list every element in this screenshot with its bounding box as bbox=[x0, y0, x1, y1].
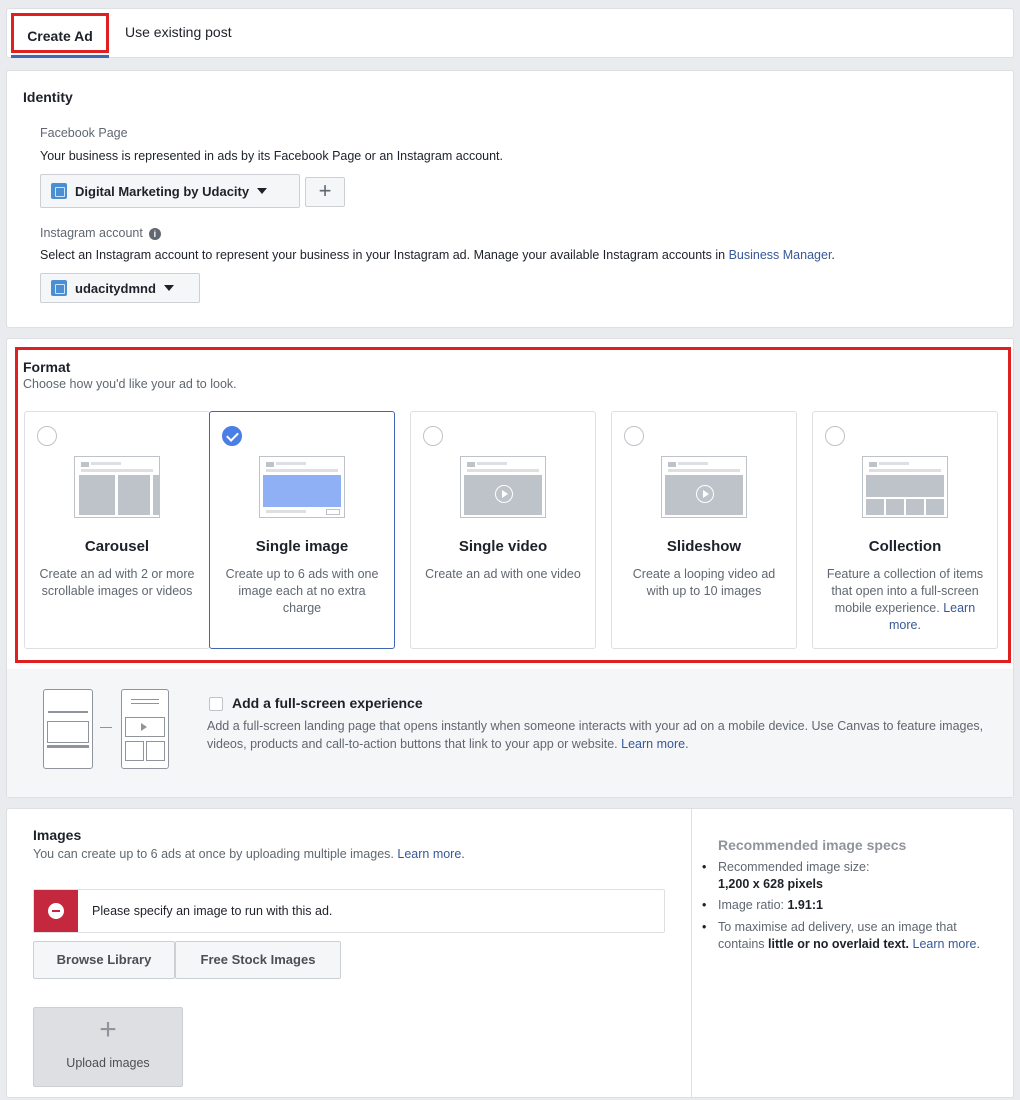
format-option-collection[interactable]: Collection Feature a collection of items… bbox=[812, 411, 998, 649]
specs-title: Recommended image specs bbox=[718, 837, 907, 853]
format-desc: Create a looping video ad with up to 10 … bbox=[632, 567, 776, 598]
fullscreen-experience-panel: Add a full-screen experience Add a full-… bbox=[7, 669, 1013, 797]
upload-images-button[interactable]: + Upload images bbox=[33, 1007, 183, 1087]
spec-ratio-label: Image ratio: bbox=[718, 898, 788, 912]
format-option-slideshow[interactable]: Slideshow Create a looping video ad with… bbox=[611, 411, 797, 649]
facebook-page-selected: Digital Marketing by Udacity bbox=[75, 183, 250, 199]
format-section: Format Choose how you'd like your ad to … bbox=[6, 338, 1014, 798]
fullscreen-checkbox[interactable] bbox=[209, 697, 223, 711]
format-desc: Create up to 6 ads with one image each a… bbox=[225, 567, 379, 615]
radio-single-image-checked[interactable] bbox=[222, 426, 242, 446]
format-name: Carousel bbox=[84, 538, 150, 555]
plus-icon: + bbox=[99, 1013, 117, 1046]
single-image-illustration-icon bbox=[259, 456, 345, 518]
facebook-page-label: Facebook Page bbox=[40, 126, 128, 140]
caret-down-icon bbox=[163, 285, 174, 291]
format-name: Slideshow bbox=[666, 538, 742, 555]
carousel-illustration-icon bbox=[74, 456, 160, 518]
fullscreen-desc-text: Add a full-screen landing page that open… bbox=[207, 719, 984, 751]
identity-section: Identity Facebook Page Your business is … bbox=[6, 70, 1014, 328]
info-icon[interactable]: i bbox=[148, 228, 161, 240]
images-subtitle-text: You can create up to 6 ads at once by up… bbox=[33, 847, 394, 861]
facebook-page-dropdown[interactable]: Digital Marketing by Udacity bbox=[40, 174, 300, 208]
spec-size-item: Recommended image size: 1,200 x 628 pixe… bbox=[702, 859, 870, 893]
single-video-illustration-icon bbox=[460, 456, 546, 518]
slideshow-illustration-icon bbox=[661, 456, 747, 518]
page-logo-icon bbox=[51, 183, 67, 199]
instagram-desc-suffix: . bbox=[831, 248, 835, 262]
spec-ratio-value: 1.91:1 bbox=[787, 898, 823, 912]
radio-carousel[interactable] bbox=[37, 426, 57, 446]
instagram-account-label-row: Instagram account i bbox=[40, 226, 161, 240]
spec-ratio-item: Image ratio: 1.91:1 bbox=[702, 897, 823, 914]
tab-use-existing-post[interactable]: Use existing post bbox=[125, 9, 232, 57]
add-page-button[interactable]: + bbox=[305, 177, 345, 207]
error-message: Please specify an image to run with this… bbox=[92, 904, 333, 918]
radio-slideshow[interactable] bbox=[624, 426, 644, 446]
images-section: Images You can create up to 6 ads at onc… bbox=[6, 808, 1014, 1098]
format-option-single-video[interactable]: Single video Create an ad with one video bbox=[410, 411, 596, 649]
tab-create-ad[interactable]: Create Ad bbox=[11, 13, 109, 53]
instagram-account-label: Instagram account bbox=[40, 226, 143, 240]
free-stock-images-button[interactable]: Free Stock Images bbox=[175, 941, 341, 979]
recommended-specs-panel: Recommended image specs Recommended imag… bbox=[691, 809, 1013, 1097]
ad-tabs: Create Ad Use existing post bbox=[6, 8, 1014, 58]
spec-size-label: Recommended image size: bbox=[718, 860, 870, 874]
spec-size-value: 1,200 x 628 pixels bbox=[718, 877, 823, 891]
instagram-account-desc: Select an Instagram account to represent… bbox=[40, 248, 835, 262]
images-learn-more-link[interactable]: Learn more. bbox=[397, 847, 464, 861]
facebook-page-desc: Your business is represented in ads by i… bbox=[40, 149, 504, 163]
instagram-logo-icon bbox=[51, 280, 67, 296]
format-subtitle: Choose how you'd like your ad to look. bbox=[23, 377, 237, 391]
fullscreen-desc: Add a full-screen landing page that open… bbox=[207, 717, 987, 753]
instagram-account-dropdown[interactable]: udacitydmnd bbox=[40, 273, 200, 303]
instagram-desc-text: Select an Instagram account to represent… bbox=[40, 248, 729, 262]
business-manager-link[interactable]: Business Manager bbox=[729, 248, 832, 262]
error-icon bbox=[48, 903, 64, 919]
caret-down-icon bbox=[257, 188, 268, 194]
browse-library-button[interactable]: Browse Library bbox=[33, 941, 175, 979]
fullscreen-learn-more-link[interactable]: Learn more. bbox=[621, 737, 688, 751]
format-option-single-image[interactable]: Single image Create up to 6 ads with one… bbox=[209, 411, 395, 649]
images-title: Images bbox=[33, 827, 82, 843]
error-message-box: Please specify an image to run with this… bbox=[33, 889, 665, 933]
format-name: Collection bbox=[868, 538, 942, 555]
format-desc: Create an ad with 2 or more scrollable i… bbox=[39, 567, 195, 598]
collection-illustration-icon bbox=[862, 456, 948, 518]
format-name: Single image bbox=[255, 538, 349, 555]
error-icon-container bbox=[34, 890, 78, 932]
upload-images-label: Upload images bbox=[66, 1056, 150, 1070]
format-desc: Create an ad with one video bbox=[425, 567, 581, 581]
format-desc: Feature a collection of items that open … bbox=[825, 566, 985, 634]
spec-tip-item: To maximise ad delivery, use an image th… bbox=[702, 919, 988, 953]
radio-collection[interactable] bbox=[825, 426, 845, 446]
identity-title: Identity bbox=[23, 89, 73, 105]
images-subtitle: You can create up to 6 ads at once by up… bbox=[33, 847, 465, 861]
radio-single-video[interactable] bbox=[423, 426, 443, 446]
images-upload-panel: Images You can create up to 6 ads at onc… bbox=[7, 809, 691, 1097]
format-name: Single video bbox=[458, 538, 548, 555]
format-option-carousel[interactable]: Carousel Create an ad with 2 or more scr… bbox=[24, 411, 210, 649]
instagram-account-selected: udacitydmnd bbox=[75, 280, 156, 296]
spec-learn-more-link[interactable]: Learn more. bbox=[913, 937, 980, 951]
fullscreen-illustration-icon bbox=[43, 689, 171, 769]
fullscreen-title: Add a full-screen experience bbox=[232, 695, 423, 711]
active-tab-underline bbox=[11, 55, 109, 58]
spec-tip-bold: little or no overlaid text. bbox=[768, 937, 910, 951]
format-title: Format bbox=[23, 359, 71, 375]
